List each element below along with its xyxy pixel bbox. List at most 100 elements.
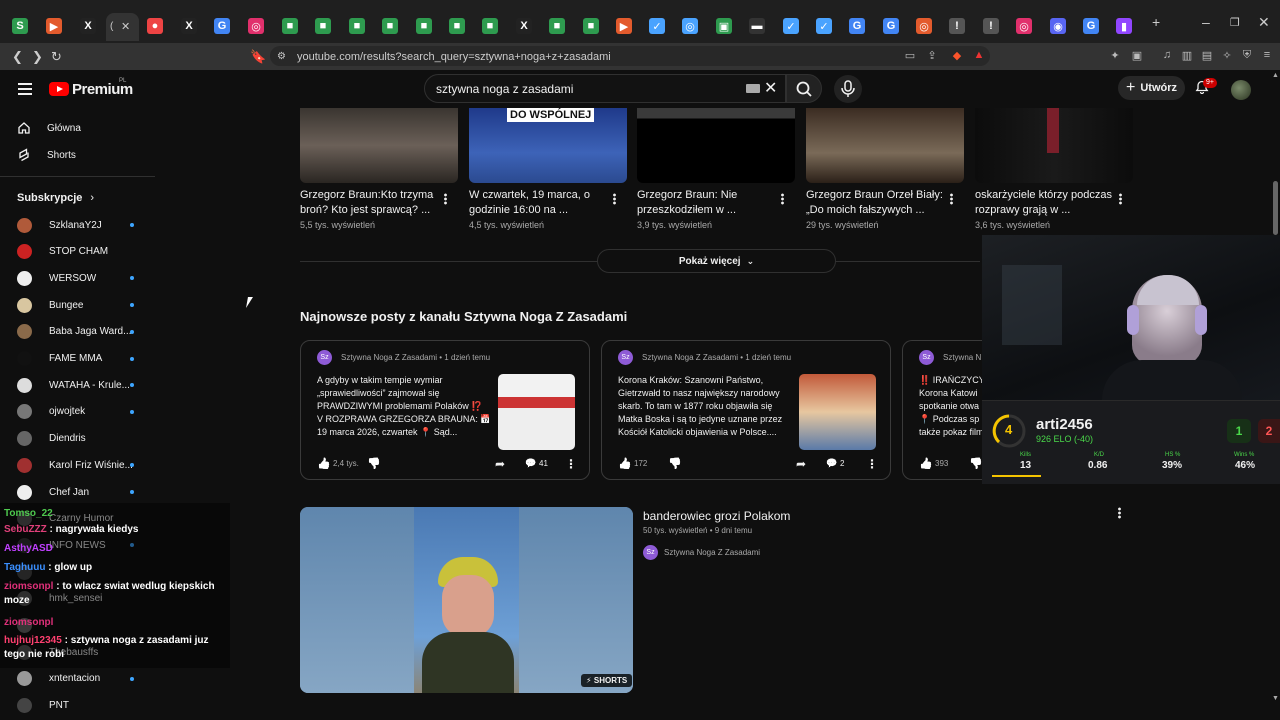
sidebar-subscription[interactable]: Diendris bbox=[17, 429, 147, 449]
video-thumbnail[interactable] bbox=[806, 108, 964, 183]
post-author[interactable]: Sztywna Noga Z Zasadami • 1 dzień temu bbox=[642, 353, 791, 362]
more-actions-icon[interactable] bbox=[1119, 193, 1122, 205]
video-thumbnail[interactable] bbox=[637, 108, 795, 183]
dislike-icon[interactable]: 👎 bbox=[367, 457, 381, 470]
sidebar-subscription[interactable]: Bungee bbox=[17, 295, 147, 315]
menu-icon[interactable]: ≡ bbox=[1260, 49, 1274, 63]
tab-favicon-22[interactable]: ✓ bbox=[783, 18, 799, 34]
tab-favicon-19[interactable]: ◎ bbox=[682, 18, 698, 34]
post-author[interactable]: Sztywna N bbox=[943, 353, 981, 362]
tab-favicon-28[interactable]: ! bbox=[983, 18, 999, 34]
tab-favicon-13[interactable]: ■ bbox=[482, 18, 498, 34]
tab-favicon-5[interactable]: G bbox=[214, 18, 230, 34]
channel-avatar[interactable]: Sz bbox=[317, 350, 332, 365]
sidebar-subscription[interactable]: SzklanaY2J bbox=[17, 215, 147, 235]
tab-favicon-9[interactable]: ■ bbox=[349, 18, 365, 34]
keyboard-icon[interactable] bbox=[746, 84, 760, 93]
show-more-button[interactable]: Pokaż więcej ⌄ bbox=[597, 249, 836, 273]
more-actions-icon[interactable]: ⋮ bbox=[565, 457, 577, 471]
community-post[interactable]: Sz Sztywna Noga Z Zasadami • 1 dzień temu… bbox=[300, 340, 590, 480]
youtube-logo-icon[interactable] bbox=[49, 82, 69, 96]
sidebar-subscription[interactable]: FAME MMA bbox=[17, 349, 147, 369]
vpn-icon[interactable]: ⛨ bbox=[1240, 49, 1254, 63]
video-title[interactable]: Grzegorz Braun: Nie przeszkodziłem w ... bbox=[637, 188, 777, 218]
tab-favicon-27[interactable]: ! bbox=[949, 18, 965, 34]
tab-favicon-21[interactable]: ▬ bbox=[749, 18, 765, 34]
video-title[interactable]: Grzegorz Braun:Kto trzyma broń? Kto jest… bbox=[300, 188, 440, 218]
short-title[interactable]: banderowiec grozi Polakom bbox=[643, 509, 790, 523]
tab-favicon-17[interactable]: ▶ bbox=[616, 18, 632, 34]
tab-favicon-31[interactable]: G bbox=[1083, 18, 1099, 34]
tab-favicon-0[interactable]: S bbox=[12, 18, 28, 34]
tab-favicon-20[interactable]: ▣ bbox=[716, 18, 732, 34]
brave-shield-icon[interactable]: ◆ bbox=[950, 49, 964, 63]
post-image[interactable] bbox=[799, 374, 876, 450]
tab-favicon-7[interactable]: ■ bbox=[282, 18, 298, 34]
like-icon[interactable]: 👍 bbox=[317, 457, 331, 470]
new-tab-button[interactable]: + bbox=[1152, 14, 1160, 30]
channel-avatar[interactable]: Sz bbox=[919, 350, 934, 365]
tab-favicon-15[interactable]: ■ bbox=[549, 18, 565, 34]
video-title[interactable]: Grzegorz Braun Orzeł Biały: „Do moich fa… bbox=[806, 188, 946, 218]
share-icon[interactable]: ➦ bbox=[495, 457, 505, 471]
tab-favicon-6[interactable]: ◎ bbox=[248, 18, 264, 34]
tab-favicon-24[interactable]: G bbox=[849, 18, 865, 34]
sidebar-subscription[interactable]: PNT bbox=[17, 696, 147, 716]
tab-favicon-8[interactable]: ■ bbox=[315, 18, 331, 34]
community-post[interactable]: Sz Sztywna Noga Z Zasadami • 1 dzień temu… bbox=[601, 340, 891, 480]
sidebar-subscription[interactable]: WERSOW bbox=[17, 268, 147, 288]
sidebar-subscription[interactable]: STOP CHAM bbox=[17, 242, 147, 262]
more-actions-icon[interactable] bbox=[613, 193, 616, 205]
guide-menu-icon[interactable] bbox=[18, 83, 32, 95]
scroll-up-icon[interactable]: ▲ bbox=[1272, 72, 1279, 79]
tab-favicon-30[interactable]: ◉ bbox=[1050, 18, 1066, 34]
wallet-icon[interactable]: ▤ bbox=[1200, 49, 1214, 63]
tab-favicon-26[interactable]: ◎ bbox=[916, 18, 932, 34]
share-icon[interactable]: ⇪ bbox=[925, 49, 939, 63]
sidebar-item-home[interactable]: Główna bbox=[17, 121, 81, 135]
sidebar-item-shorts[interactable]: Shorts bbox=[17, 148, 76, 162]
media-icon[interactable]: ♫ bbox=[1160, 49, 1174, 63]
like-icon[interactable]: 👍 bbox=[919, 457, 933, 470]
extensions-icon[interactable]: ✦ bbox=[1108, 49, 1122, 63]
tab-favicon-18[interactable]: ✓ bbox=[649, 18, 665, 34]
tab-favicon-23[interactable]: ✓ bbox=[816, 18, 832, 34]
video-title[interactable]: oskarżyciele którzy podczas rozprawy gra… bbox=[975, 188, 1115, 218]
sidebar-subscription[interactable]: Baba Jaga Ward... bbox=[17, 322, 147, 342]
more-actions-icon[interactable]: ⋮ bbox=[866, 457, 878, 471]
tab-favicon-14[interactable]: X bbox=[516, 18, 532, 34]
more-actions-icon[interactable] bbox=[950, 193, 953, 205]
tab-favicon-25[interactable]: G bbox=[883, 18, 899, 34]
cast-icon[interactable]: ▭ bbox=[903, 49, 917, 63]
reload-icon[interactable]: ↻ bbox=[51, 49, 62, 65]
tab-favicon-4[interactable]: X bbox=[181, 18, 197, 34]
account-avatar[interactable] bbox=[1231, 80, 1251, 100]
maximize-icon[interactable]: ❐ bbox=[1230, 16, 1240, 29]
short-channel[interactable]: Sz Sztywna Noga Z Zasadami bbox=[643, 545, 760, 560]
channel-avatar[interactable]: Sz bbox=[618, 350, 633, 365]
tab-favicon-16[interactable]: ■ bbox=[583, 18, 599, 34]
back-icon[interactable]: ❮ bbox=[12, 49, 23, 65]
tab-favicon-29[interactable]: ◎ bbox=[1016, 18, 1032, 34]
bookmark-icon[interactable]: 🔖 bbox=[250, 49, 266, 65]
scroll-down-icon[interactable]: ▼ bbox=[1272, 695, 1279, 702]
tab-favicon-3[interactable]: ● bbox=[147, 18, 163, 34]
comments-icon[interactable]: 💬 bbox=[525, 458, 536, 469]
tab-favicon-10[interactable]: ■ bbox=[382, 18, 398, 34]
like-icon[interactable]: 👍 bbox=[618, 457, 632, 470]
short-video-thumbnail[interactable] bbox=[300, 507, 633, 693]
share-icon[interactable]: ➦ bbox=[796, 457, 806, 471]
screenshot-icon[interactable]: ▣ bbox=[1130, 49, 1144, 63]
create-button[interactable]: + Utwórz bbox=[1118, 76, 1185, 100]
video-thumbnail[interactable]: DO WSPÓLNEJ bbox=[469, 108, 627, 183]
sidebar-subscription[interactable]: Karol Friz Wiśnie... bbox=[17, 455, 147, 475]
sidebar-icon[interactable]: ▥ bbox=[1180, 49, 1194, 63]
close-window-icon[interactable]: ✕ bbox=[1258, 14, 1270, 31]
video-thumbnail[interactable] bbox=[300, 108, 458, 183]
search-button[interactable] bbox=[786, 74, 822, 103]
site-info-icon[interactable]: ⚙ bbox=[277, 51, 286, 62]
voice-search-button[interactable] bbox=[834, 75, 862, 103]
more-actions-icon[interactable] bbox=[444, 193, 447, 205]
leo-ai-icon[interactable]: ✧ bbox=[1220, 49, 1234, 63]
post-image[interactable] bbox=[498, 374, 575, 450]
